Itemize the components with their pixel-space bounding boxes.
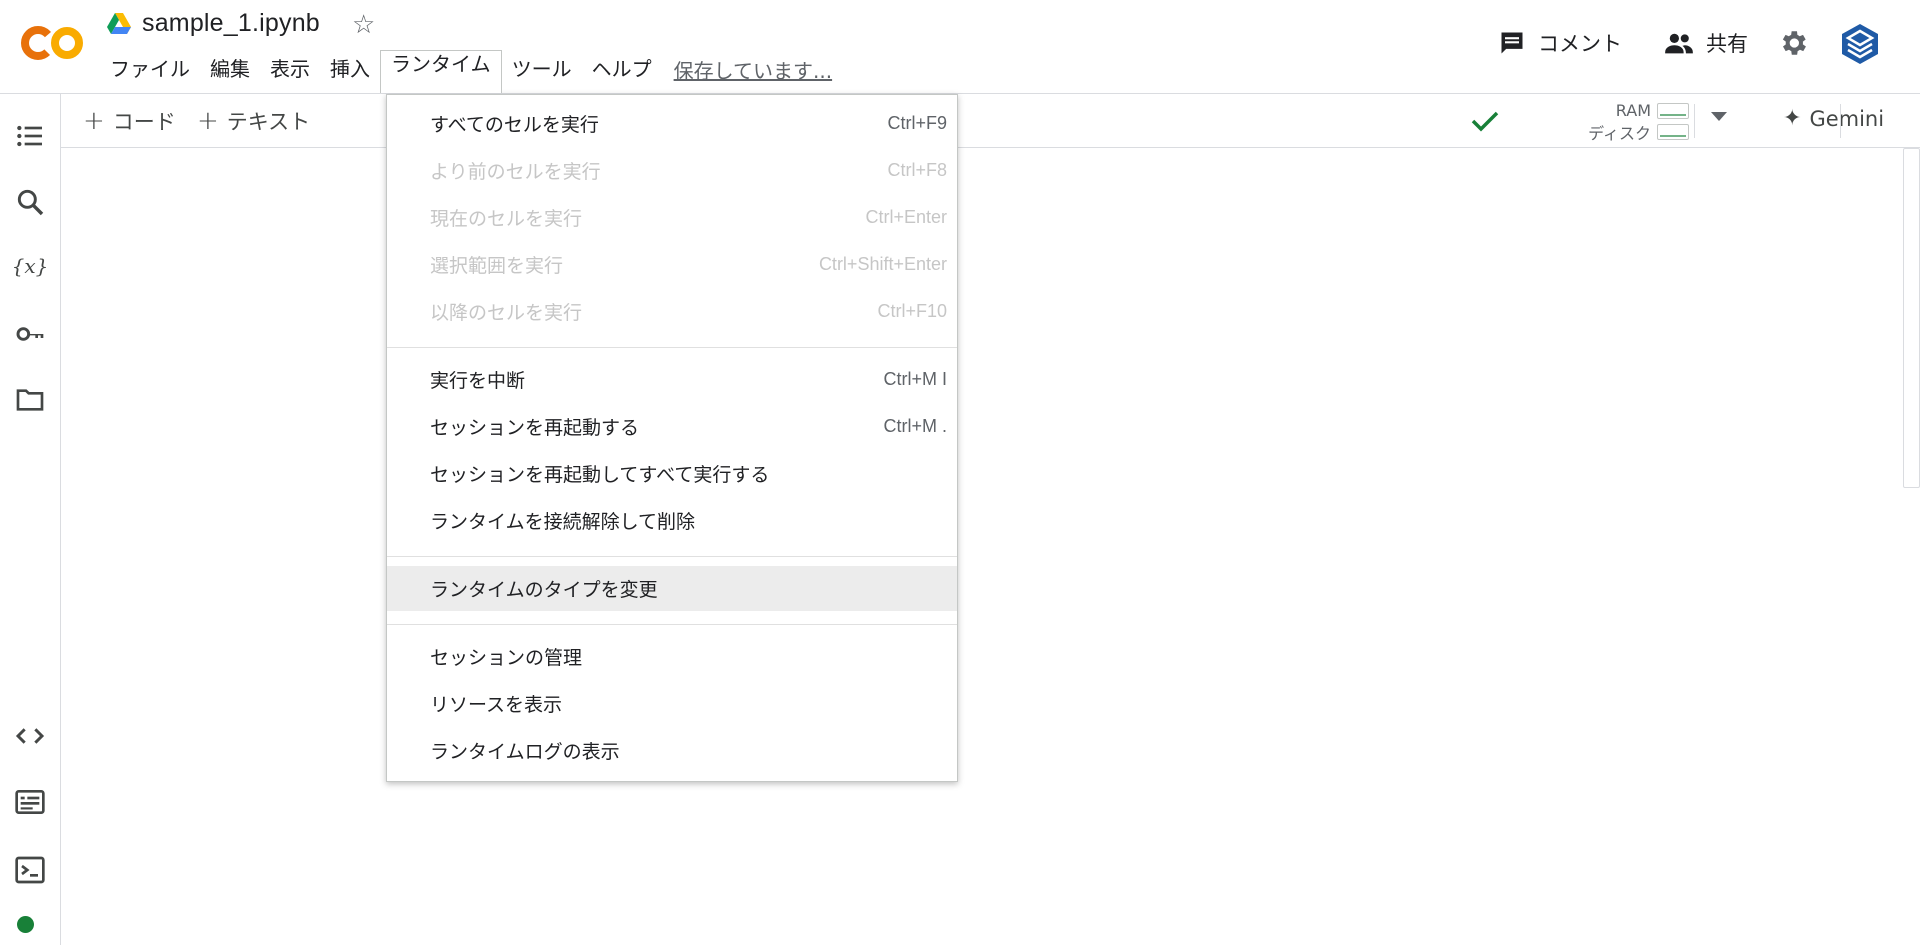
disk-label: ディスク <box>1588 123 1651 143</box>
resource-indicator[interactable]: RAM ディスク <box>1519 100 1689 143</box>
runtime-menu-item: 選択範囲を実行 Ctrl+Shift+Enter <box>387 242 957 287</box>
runtime-menu-item[interactable]: セッションを再起動してすべて実行する <box>387 451 957 496</box>
plus-icon: + <box>83 106 105 136</box>
runtime-menu-item[interactable]: ランタイムを接続解除して削除 <box>387 498 957 543</box>
menu-item-label: セッションを再起動する <box>430 417 640 439</box>
menu-item-shortcut: Ctrl+Enter <box>865 207 947 227</box>
notebook-toolbar: + コード + テキスト RAM ディスク ✦ Gemini <box>61 94 1920 148</box>
code-snippets-icon[interactable] <box>14 720 46 752</box>
runtime-menu-dropdown: すべてのセルを実行 Ctrl+F9 より前のセルを実行 Ctrl+F8 現在のセルを実行… <box>386 94 958 782</box>
menu-tools[interactable]: ツール <box>502 52 582 86</box>
people-icon <box>1665 33 1693 54</box>
gemini-label: Gemini <box>1809 106 1885 131</box>
share-label: 共有 <box>1706 32 1748 56</box>
comment-label: コメント <box>1538 32 1622 56</box>
menu-item-label: 以降のセルを実行 <box>430 302 583 324</box>
add-text-button[interactable]: + テキスト <box>197 106 310 136</box>
add-code-label: コード <box>112 110 176 134</box>
sparkle-icon: ✦ <box>1783 106 1802 131</box>
runtime-menu-item[interactable]: セッションを再起動する Ctrl+M . <box>387 404 957 449</box>
colab-logo[interactable] <box>20 22 86 62</box>
menu-help[interactable]: ヘルプ <box>582 52 662 86</box>
share-button[interactable]: 共有 <box>1664 28 1748 58</box>
runtime-menu-item[interactable]: セッションの管理 <box>387 634 957 679</box>
gemini-button[interactable]: ✦ Gemini <box>1783 106 1884 131</box>
menu-item-label: ランタイムを接続解除して削除 <box>430 511 696 533</box>
toolbar-divider <box>1694 104 1695 138</box>
menu-item-label: セッションを再起動してすべて実行する <box>430 464 770 486</box>
key-icon[interactable] <box>14 318 46 350</box>
menu-bar: ファイル 編集 表示 挿入 ランタイム ツール ヘルプ 保存しています... <box>100 49 844 93</box>
menu-item-shortcut: Ctrl+M I <box>883 369 947 389</box>
app-header: sample_1.ipynb ☆ ファイル 編集 表示 挿入 ランタイム ツール… <box>0 0 1920 94</box>
command-palette-icon[interactable] <box>14 786 46 818</box>
scrollbar-thumb[interactable] <box>1903 148 1920 488</box>
runtime-menu-item: より前のセルを実行 Ctrl+F8 <box>387 148 957 193</box>
menu-item-label: 選択範囲を実行 <box>430 255 564 277</box>
menu-runtime[interactable]: ランタイム <box>380 49 502 93</box>
ram-label: RAM <box>1615 101 1651 120</box>
folder-icon[interactable] <box>14 384 46 416</box>
runtime-menu-item: 現在のセルを実行 Ctrl+Enter <box>387 195 957 240</box>
menu-item-label: 実行を中断 <box>430 370 526 392</box>
left-sidebar: {x} <box>0 94 61 945</box>
star-icon[interactable]: ☆ <box>352 10 375 40</box>
plus-icon: + <box>197 106 219 136</box>
account-avatar[interactable] <box>1838 22 1882 66</box>
connection-status-dot[interactable] <box>17 916 34 933</box>
menu-insert[interactable]: 挿入 <box>320 52 380 86</box>
runtime-menu-item[interactable]: ランタイムのタイプを変更 <box>387 566 957 611</box>
disk-usage-bar <box>1657 123 1689 140</box>
runtime-menu-item: 以降のセルを実行 Ctrl+F10 <box>387 289 957 334</box>
runtime-menu-item[interactable]: すべてのセルを実行 Ctrl+F9 <box>387 101 957 146</box>
menu-view[interactable]: 表示 <box>260 52 320 86</box>
runtime-menu-item[interactable]: リソースを表示 <box>387 681 957 726</box>
search-icon[interactable] <box>14 186 46 218</box>
menu-item-label: すべてのセルを実行 <box>430 114 599 136</box>
ram-usage-bar <box>1657 102 1689 119</box>
menu-item-label: リソースを表示 <box>430 694 563 716</box>
terminal-icon[interactable] <box>14 854 46 886</box>
menu-item-label: より前のセルを実行 <box>430 161 601 183</box>
variables-icon[interactable]: {x} <box>14 250 46 282</box>
toc-icon[interactable] <box>14 120 46 152</box>
menu-item-shortcut: Ctrl+F8 <box>887 160 947 180</box>
notebook-title[interactable]: sample_1.ipynb <box>142 9 320 38</box>
svg-text:{x}: {x} <box>14 254 46 278</box>
toolbar-divider <box>1840 104 1841 138</box>
gear-icon[interactable] <box>1777 27 1809 59</box>
drive-icon[interactable] <box>106 12 132 36</box>
saving-status-link[interactable]: 保存しています... <box>662 51 844 88</box>
comment-button[interactable]: コメント <box>1498 28 1622 58</box>
add-text-label: テキスト <box>226 110 311 134</box>
menu-item-label: 現在のセルを実行 <box>430 208 583 230</box>
runtime-menu-item[interactable]: 実行を中断 Ctrl+M I <box>387 357 957 402</box>
check-icon[interactable] <box>1469 108 1501 134</box>
menu-item-shortcut: Ctrl+F9 <box>887 113 947 133</box>
menu-edit[interactable]: 編集 <box>200 52 260 86</box>
menu-separator <box>387 556 957 557</box>
comment-icon <box>1501 32 1523 54</box>
menu-file[interactable]: ファイル <box>100 52 200 86</box>
menu-item-label: ランタイムのタイプを変更 <box>430 579 658 601</box>
menu-item-label: ランタイムログの表示 <box>430 741 620 763</box>
caret-down-icon[interactable] <box>1711 112 1727 121</box>
menu-item-shortcut: Ctrl+M . <box>883 416 947 436</box>
runtime-menu-item[interactable]: ランタイムログの表示 <box>387 728 957 773</box>
menu-item-shortcut: Ctrl+F10 <box>877 301 947 321</box>
menu-separator <box>387 624 957 625</box>
menu-item-shortcut: Ctrl+Shift+Enter <box>818 254 947 274</box>
add-code-button[interactable]: + コード <box>83 106 176 136</box>
menu-item-label: セッションの管理 <box>430 647 583 669</box>
menu-separator <box>387 347 957 348</box>
